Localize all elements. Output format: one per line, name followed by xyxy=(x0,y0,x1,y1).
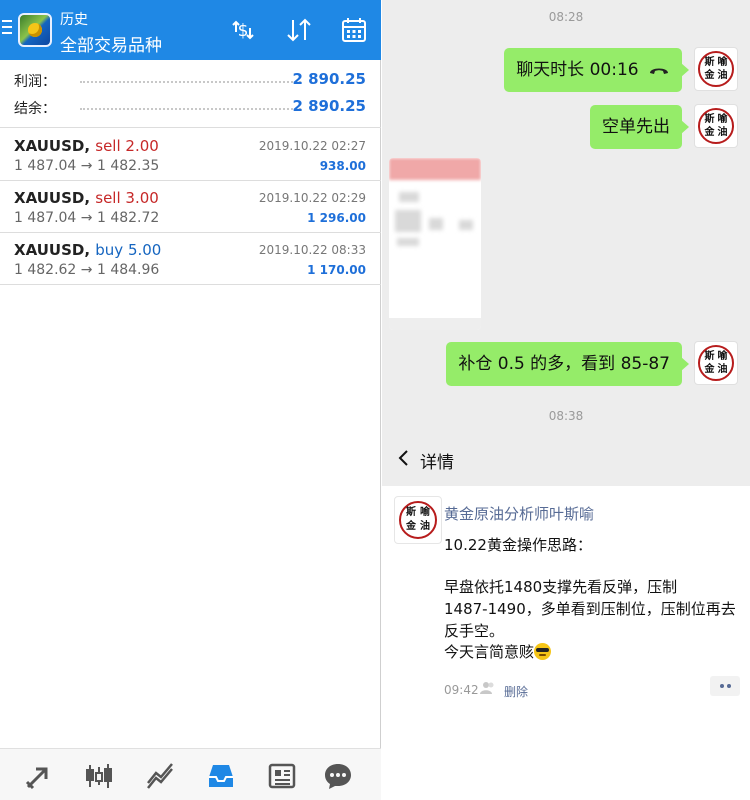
message-bubble[interactable]: 空单先出 xyxy=(590,105,689,149)
trade-arrow-icon[interactable] xyxy=(24,761,54,791)
more-actions-icon[interactable] xyxy=(710,676,740,696)
avatar[interactable]: 斯喻 金油 xyxy=(694,47,738,91)
avatar-seal: 斯喻 金油 xyxy=(698,108,734,144)
candlestick-icon[interactable] xyxy=(84,761,114,791)
deal-prices: 1 482.62 → 1 484.96 xyxy=(14,262,160,278)
deal-time: 2019.10.22 08:33 xyxy=(258,243,366,257)
divider xyxy=(80,108,301,110)
post-line: 今天言简意赅 xyxy=(444,641,552,662)
app-logo xyxy=(18,13,52,47)
author-avatar[interactable]: 斯喻 金油 xyxy=(394,496,442,544)
avatar-seal: 斯喻 金油 xyxy=(698,345,734,381)
post-line: 反手空。 xyxy=(444,622,505,640)
bottom-nav xyxy=(0,748,381,800)
top-bar: 历史 全部交易品种 $ xyxy=(0,0,381,60)
news-icon[interactable] xyxy=(267,761,297,791)
avatar-seal: 斯喻 金油 xyxy=(698,51,734,87)
deal-action: sell 2.00 xyxy=(95,137,159,155)
chart-line-icon[interactable] xyxy=(145,761,175,791)
deal-profit: 1 296.00 xyxy=(307,211,366,225)
menu-icon[interactable] xyxy=(2,20,12,36)
deal-time: 2019.10.22 02:29 xyxy=(258,191,366,205)
account-summary: 利润： 2 890.25 结余： 2 890.25 xyxy=(0,60,381,128)
balance-row: 结余： 2 890.25 xyxy=(0,95,381,121)
avatar[interactable]: 斯喻 金油 xyxy=(694,341,738,385)
post-line: 早盘依托1480支撑先看反弹，压制 xyxy=(444,578,678,596)
history-inbox-icon[interactable] xyxy=(206,761,236,791)
blurred-image-toolbar xyxy=(389,318,481,330)
image-message[interactable] xyxy=(389,158,481,330)
delete-link[interactable]: 删除 xyxy=(504,683,528,700)
dollar-exchange-icon[interactable]: $ xyxy=(229,16,257,44)
post-time: 09:42 xyxy=(444,683,479,697)
avatar-seal: 斯喻 金油 xyxy=(399,501,437,539)
profit-value: 2 890.25 xyxy=(292,70,366,88)
message-bubble[interactable]: 聊天时长 00:16 xyxy=(504,48,689,92)
detail-title: 详情 xyxy=(420,453,454,473)
chat-icon[interactable] xyxy=(323,761,353,791)
detail-header: 详情 xyxy=(382,430,750,486)
profit-label: 利润： xyxy=(14,74,56,90)
friends-icon[interactable] xyxy=(480,681,496,695)
mt-history-panel: 历史 全部交易品种 $ 利润： 2 890.25 结余： 2 890.25 XA… xyxy=(0,0,381,800)
avatar[interactable]: 斯喻 金油 xyxy=(694,104,738,148)
balance-value: 2 890.25 xyxy=(292,97,366,115)
screen: 历史 全部交易品种 $ 利润： 2 890.25 结余： 2 890.25 XA… xyxy=(0,0,750,800)
cool-sunglasses-emoji-icon xyxy=(534,643,552,660)
deal-profit: 938.00 xyxy=(319,159,366,173)
profit-row: 利润： 2 890.25 xyxy=(0,68,381,94)
deal-action: buy 5.00 xyxy=(95,241,162,259)
header-title[interactable]: 全部交易品种 xyxy=(60,31,162,56)
divider xyxy=(80,81,301,83)
header-subtitle: 历史 xyxy=(60,12,88,28)
deal-symbol: XAUUSD, buy 5.00 xyxy=(14,241,162,259)
deal-time: 2019.10.22 02:27 xyxy=(258,139,366,153)
blurred-image-header xyxy=(389,158,481,180)
calendar-icon[interactable] xyxy=(340,16,368,44)
message-bubble[interactable]: 补仓 0.5 的多，看到 85-87 xyxy=(446,342,689,386)
deal-profit: 1 170.00 xyxy=(307,263,366,277)
post-line: 10.22黄金操作思路： xyxy=(444,536,592,554)
phone-hangup-icon xyxy=(650,68,668,74)
deal-prices: 1 487.04 → 1 482.72 xyxy=(14,210,160,226)
deal-row[interactable]: XAUUSD, sell 2.00 1 487.04 → 1 482.35 20… xyxy=(0,129,381,181)
deal-action: sell 3.00 xyxy=(95,189,159,207)
chat-panel: 08:28 聊天时长 00:16 斯喻 金油 空单先出 斯喻 金油 补仓 0.5… xyxy=(382,0,750,430)
back-arrow-icon[interactable] xyxy=(394,448,414,468)
sort-arrows-icon[interactable] xyxy=(285,16,313,44)
chat-timestamp: 08:28 xyxy=(548,10,584,24)
deal-symbol: XAUUSD, sell 2.00 xyxy=(14,137,159,155)
post-line: 1487-1490，多单看到压制位，压制位再去 xyxy=(444,600,736,618)
author-name[interactable]: 黄金原油分析师叶斯喻 xyxy=(444,503,594,524)
chat-timestamp: 08:38 xyxy=(548,409,584,423)
deal-row[interactable]: XAUUSD, sell 3.00 1 487.04 → 1 482.72 20… xyxy=(0,181,381,233)
deal-row[interactable]: XAUUSD, buy 5.00 1 482.62 → 1 484.96 201… xyxy=(0,233,381,285)
moment-detail-panel: 详情 斯喻 金油 黄金原油分析师叶斯喻 10.22黄金操作思路： 早盘依托148… xyxy=(382,430,750,710)
deal-symbol: XAUUSD, sell 3.00 xyxy=(14,189,159,207)
balance-label: 结余： xyxy=(14,101,56,117)
deal-prices: 1 487.04 → 1 482.35 xyxy=(14,158,160,174)
